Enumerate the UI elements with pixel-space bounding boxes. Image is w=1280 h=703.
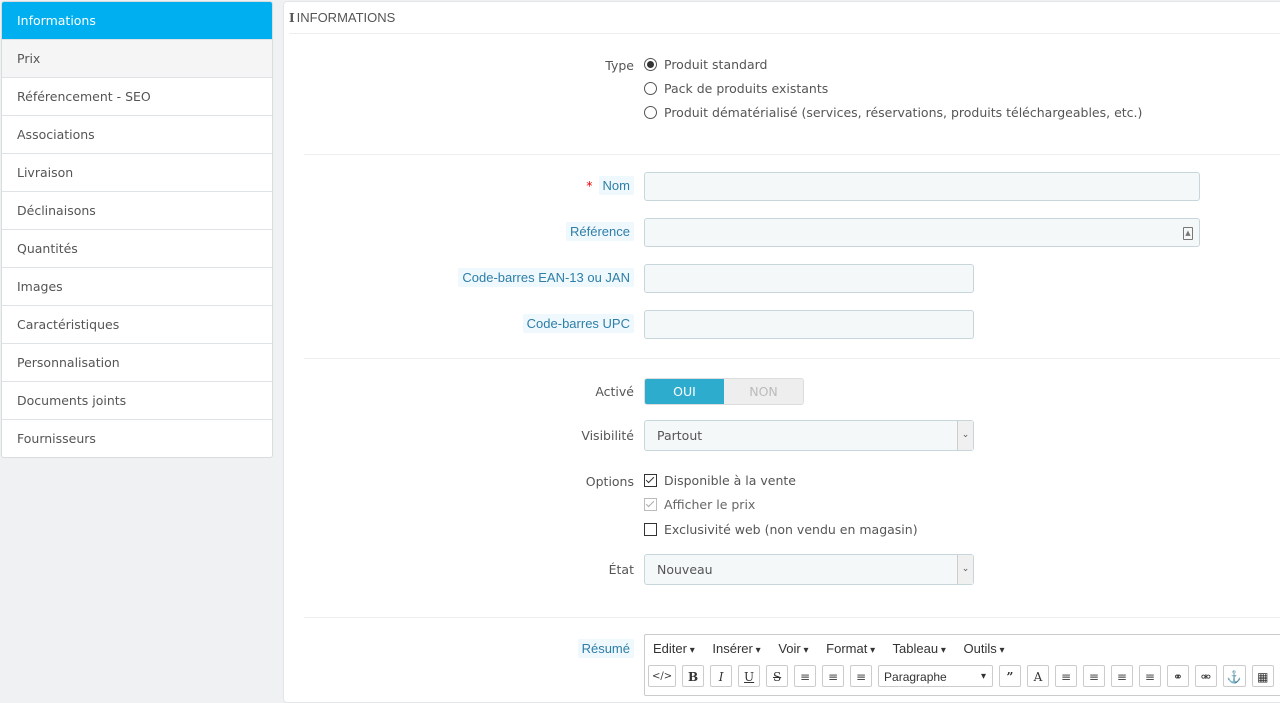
reference-label-text: Référence — [566, 222, 634, 241]
chevron-down-icon[interactable]: ⌄ — [957, 421, 973, 450]
summary-label-text: Résumé — [578, 639, 634, 658]
sidebar-item-declinaisons[interactable]: Déclinaisons — [2, 191, 272, 229]
radio-label: Produit dématérialisé (services, réserva… — [664, 105, 1142, 120]
condition-label: État — [514, 562, 634, 577]
options-label: Options — [514, 474, 634, 489]
checkbox-icon[interactable] — [644, 523, 657, 536]
checkbox-disabled-checked-icon — [644, 498, 657, 511]
sidebar-item-personnalisation[interactable]: Personnalisation — [2, 343, 272, 381]
radio-icon[interactable] — [644, 106, 657, 119]
divider — [304, 617, 1280, 618]
chevron-down-icon[interactable]: ⌄ — [957, 555, 973, 584]
menu-inserer[interactable]: Insérer — [712, 641, 760, 656]
radio-label: Produit standard — [664, 57, 767, 72]
radio-icon-checked[interactable] — [644, 58, 657, 71]
type-option-pack[interactable]: Pack de produits existants — [644, 79, 828, 99]
summary-label: Résumé — [514, 641, 634, 656]
type-option-virtual[interactable]: Produit dématérialisé (services, réserva… — [644, 103, 1142, 123]
sidebar-item-seo[interactable]: Référencement - SEO — [2, 77, 272, 115]
condition-select[interactable]: Nouveau ⌄ — [644, 554, 974, 585]
type-option-standard[interactable]: Produit standard — [644, 55, 767, 75]
panel-title: Informations — [297, 10, 396, 25]
reference-input[interactable]: ▲ — [644, 218, 1200, 247]
upc-input[interactable] — [644, 310, 974, 339]
checkbox-label: Disponible à la vente — [664, 473, 796, 488]
divider — [304, 154, 1280, 155]
ean13-input[interactable] — [644, 264, 974, 293]
menu-format[interactable]: Format — [826, 641, 875, 656]
active-label: Activé — [514, 384, 634, 399]
sidebar-item-quantites[interactable]: Quantités — [2, 229, 272, 267]
upc-label-text: Code-barres UPC — [523, 314, 634, 333]
option-online-only[interactable]: Exclusivité web (non vendu en magasin) — [644, 520, 918, 540]
checkbox-label: Afficher le prix — [664, 497, 755, 512]
editor-menubar: Editer Insérer Voir Format Tableau Outil… — [645, 635, 1280, 665]
sidebar-item-informations[interactable]: Informations — [2, 2, 272, 39]
upc-label: Code-barres UPC — [434, 316, 634, 331]
nom-label: * Nom — [434, 178, 634, 193]
required-marker: * — [586, 178, 592, 193]
sidebar-item-images[interactable]: Images — [2, 267, 272, 305]
sidebar-item-prix[interactable]: Prix — [2, 39, 272, 77]
sidebar-item-documents-joints[interactable]: Documents joints — [2, 381, 272, 419]
menu-editer[interactable]: Editer — [653, 641, 695, 656]
ean13-label: Code-barres EAN-13 ou JAN — [384, 270, 634, 285]
visibility-label: Visibilité — [514, 428, 634, 443]
contact-card-icon: ▲ — [1183, 227, 1193, 240]
type-label: Type — [514, 58, 634, 73]
panel-header: iInformations — [289, 2, 1280, 34]
ean13-label-text: Code-barres EAN-13 ou JAN — [458, 268, 634, 287]
active-toggle[interactable]: OUI NON — [644, 378, 804, 405]
product-tabs-sidebar: Informations Prix Référencement - SEO As… — [1, 1, 273, 458]
summary-rich-editor[interactable]: Editer Insérer Voir Format Tableau Outil… — [644, 634, 1280, 696]
menu-outils[interactable]: Outils — [964, 641, 1005, 656]
divider — [304, 358, 1280, 359]
toggle-no[interactable]: NON — [724, 379, 803, 404]
radio-icon[interactable] — [644, 82, 657, 95]
option-available-for-order[interactable]: Disponible à la vente — [644, 471, 796, 491]
sidebar-item-associations[interactable]: Associations — [2, 115, 272, 153]
menu-voir[interactable]: Voir — [778, 641, 808, 656]
sidebar-item-fournisseurs[interactable]: Fournisseurs — [2, 419, 272, 457]
editor-toolbar: </> B I U S ≡ ≡ ≡ Paragraphe ” A ≡ ≡ ≡ ≡… — [645, 665, 1280, 691]
toggle-yes[interactable]: OUI — [645, 379, 724, 404]
informations-panel: iInformations Type Produit standard Pack… — [283, 1, 1280, 703]
info-icon: i — [289, 11, 295, 25]
option-show-price: Afficher le prix — [644, 495, 755, 515]
condition-value: Nouveau — [657, 562, 713, 577]
menu-tableau[interactable]: Tableau — [893, 641, 946, 656]
reference-label: Référence — [434, 224, 634, 239]
radio-label: Pack de produits existants — [664, 81, 828, 96]
checkbox-label: Exclusivité web (non vendu en magasin) — [664, 522, 918, 537]
nom-label-text: Nom — [599, 176, 634, 195]
nom-input[interactable] — [644, 172, 1200, 201]
checkbox-checked-icon[interactable] — [644, 474, 657, 487]
visibility-select[interactable]: Partout ⌄ — [644, 420, 974, 451]
sidebar-item-caracteristiques[interactable]: Caractéristiques — [2, 305, 272, 343]
sidebar-item-livraison[interactable]: Livraison — [2, 153, 272, 191]
visibility-value: Partout — [657, 428, 702, 443]
